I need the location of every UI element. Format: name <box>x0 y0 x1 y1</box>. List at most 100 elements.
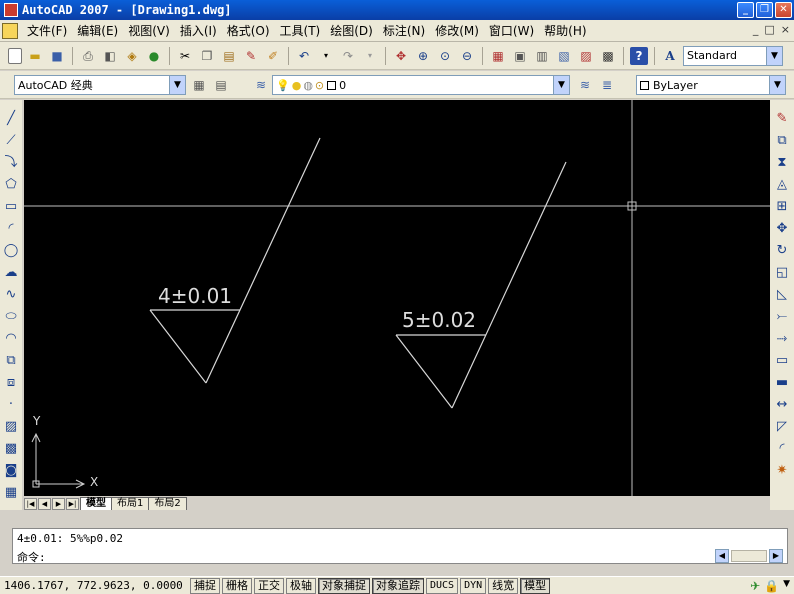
menu-tools[interactable]: 工具(T) <box>275 22 326 39</box>
gradient-icon[interactable]: ▩ <box>2 440 20 458</box>
join-icon[interactable]: ↔ <box>773 396 791 414</box>
color-select[interactable]: ByLayer ▼ <box>636 75 786 95</box>
fillet-icon[interactable]: ◜ <box>773 440 791 458</box>
new-file-icon[interactable] <box>8 47 22 64</box>
chevron-down-icon[interactable]: ▼ <box>766 46 782 65</box>
autocad-app-icon[interactable] <box>4 3 18 17</box>
spline-icon[interactable]: ∿ <box>2 286 20 304</box>
menu-edit[interactable]: 编辑(E) <box>72 22 123 39</box>
menu-window[interactable]: 窗口(W) <box>484 22 539 39</box>
workspace-select[interactable]: AutoCAD 经典 ▼ <box>14 75 186 95</box>
print-preview-icon[interactable]: ◧ <box>101 47 119 65</box>
break-at-point-icon[interactable]: ▭ <box>773 352 791 370</box>
chevron-down-icon[interactable]: ▼ <box>553 76 569 94</box>
doc-close-button[interactable]: × <box>781 23 790 36</box>
scroll-thumb[interactable] <box>731 550 767 562</box>
chevron-down-icon[interactable]: ▼ <box>169 76 185 94</box>
polygon-icon[interactable]: ⬠ <box>2 176 20 194</box>
last-tab-button[interactable]: ▶| <box>66 498 79 510</box>
doc-minimize-button[interactable]: _ <box>753 23 759 36</box>
lineweight-toggle[interactable]: 线宽 <box>488 577 519 594</box>
rotate-icon[interactable]: ↻ <box>773 242 791 260</box>
tray-menu-arrow-icon[interactable]: ▼ <box>783 579 790 593</box>
document-icon[interactable] <box>2 22 18 39</box>
match-properties-icon[interactable]: ✎ <box>242 47 260 65</box>
grid-toggle[interactable]: 栅格 <box>222 577 252 594</box>
otrack-toggle[interactable]: 对象追踪 <box>372 577 424 594</box>
layer-manager-icon[interactable]: ≋ <box>252 76 270 94</box>
command-scrollbar[interactable]: ◀ ▶ <box>715 549 785 563</box>
make-object-layer-current-icon[interactable]: ≋ <box>576 76 594 94</box>
ellipse-icon[interactable]: ⬭ <box>2 308 20 326</box>
circle-icon[interactable]: ◯ <box>2 242 20 260</box>
help-icon[interactable]: ? <box>630 46 648 65</box>
title-bar[interactable]: AutoCAD 2007 - [Drawing1.dwg] _ ❐ ✕ <box>0 0 794 20</box>
toolbar-lock-icon[interactable]: 🔒 <box>764 579 779 593</box>
model-toggle[interactable]: 模型 <box>520 577 551 594</box>
doc-restore-button[interactable]: □ <box>764 23 774 36</box>
insert-block-icon[interactable]: ⧉ <box>2 352 20 370</box>
command-history[interactable]: 4±0.01: 5%%p0.02 命令: ◀ ▶ <box>12 528 788 564</box>
line-icon[interactable]: ╱ <box>2 110 20 128</box>
calculator-icon[interactable]: ▩ <box>599 47 617 65</box>
design-center-icon[interactable]: ▣ <box>511 47 529 65</box>
tab-layout1[interactable]: 布局1 <box>111 497 150 510</box>
block-editor-icon[interactable]: ✐ <box>264 47 282 65</box>
minimize-button[interactable]: _ <box>737 2 754 18</box>
menu-draw[interactable]: 绘图(D) <box>325 22 378 39</box>
layer-previous-icon[interactable]: ≣ <box>598 76 616 94</box>
dropdown-arrow-icon[interactable]: ▾ <box>361 47 379 65</box>
table-icon[interactable]: ▦ <box>2 484 20 502</box>
text-style-select[interactable]: Standard ▼ <box>683 45 783 66</box>
command-prompt[interactable]: 命令: <box>17 549 46 565</box>
sheet-set-icon[interactable]: ▧ <box>555 47 573 65</box>
explode-icon[interactable]: ✷ <box>773 462 791 480</box>
osnap-toggle[interactable]: 对象捕捉 <box>318 577 370 594</box>
coordinate-readout[interactable]: 1406.1767, 772.9623, 0.0000 <box>0 579 190 592</box>
undo-icon[interactable]: ↶ <box>295 47 313 65</box>
menu-view[interactable]: 视图(V) <box>123 22 175 39</box>
point-icon[interactable]: · <box>2 396 20 414</box>
tool-palettes-icon[interactable]: ▥ <box>533 47 551 65</box>
open-folder-icon[interactable]: ▬ <box>26 47 44 65</box>
zoom-realtime-icon[interactable]: ⊕ <box>414 47 432 65</box>
break-icon[interactable]: ▬ <box>773 374 791 392</box>
web-publish-icon[interactable]: ● <box>145 47 163 65</box>
zoom-previous-icon[interactable]: ⊖ <box>458 47 476 65</box>
communication-center-icon[interactable]: ✈ <box>750 579 760 593</box>
polar-toggle[interactable]: 极轴 <box>286 577 316 594</box>
paste-icon[interactable]: ▤ <box>220 47 238 65</box>
offset-icon[interactable]: ◬ <box>773 176 791 194</box>
redo-icon[interactable]: ↷ <box>339 47 357 65</box>
tab-layout2[interactable]: 布局2 <box>148 497 187 510</box>
save-icon[interactable]: ■ <box>48 47 66 65</box>
dropdown-arrow-icon[interactable]: ▾ <box>317 47 335 65</box>
chevron-down-icon[interactable]: ▼ <box>769 76 785 94</box>
layer-select[interactable]: 💡 ● ◍ ⊙ 0 ▼ <box>272 75 570 95</box>
erase-icon[interactable]: ✎ <box>773 110 791 128</box>
polyline-icon[interactable]: ⤵ <box>2 154 20 172</box>
menu-dimension[interactable]: 标注(N) <box>378 22 430 39</box>
next-tab-button[interactable]: ▶ <box>52 498 65 510</box>
region-icon[interactable]: ◙ <box>2 462 20 480</box>
restore-button[interactable]: ❐ <box>756 2 773 18</box>
markup-icon[interactable]: ▨ <box>577 47 595 65</box>
hatch-icon[interactable]: ▨ <box>2 418 20 436</box>
copy-object-icon[interactable]: ⧉ <box>773 132 791 150</box>
previous-tab-button[interactable]: ◀ <box>38 498 51 510</box>
arc-icon[interactable]: ◜ <box>2 220 20 238</box>
close-button[interactable]: ✕ <box>775 2 792 18</box>
ellipse-arc-icon[interactable]: ◠ <box>2 330 20 348</box>
chamfer-icon[interactable]: ◸ <box>773 418 791 436</box>
publish-icon[interactable]: ◈ <box>123 47 141 65</box>
trim-icon[interactable]: ⤚ <box>773 308 791 326</box>
stretch-icon[interactable]: ◺ <box>773 286 791 304</box>
first-tab-button[interactable]: |◀ <box>24 498 37 510</box>
zoom-window-icon[interactable]: ⊙ <box>436 47 454 65</box>
cut-icon[interactable]: ✂ <box>176 47 194 65</box>
snap-toggle[interactable]: 捕捉 <box>190 577 220 594</box>
workspace-save-icon[interactable]: ▤ <box>212 76 230 94</box>
menu-modify[interactable]: 修改(M) <box>430 22 484 39</box>
move-icon[interactable]: ✥ <box>773 220 791 238</box>
print-icon[interactable]: ⎙ <box>79 47 97 65</box>
